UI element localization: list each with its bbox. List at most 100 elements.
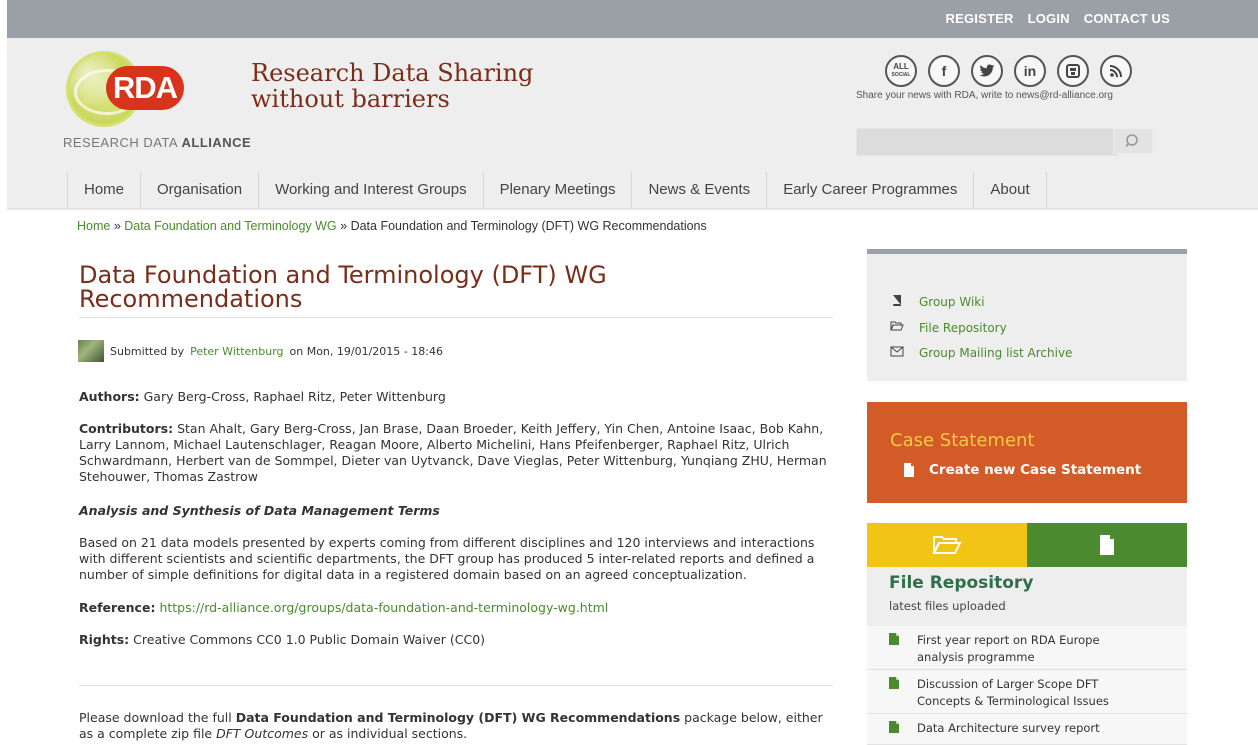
file-title: First year report on RDA Europe analysis…: [917, 633, 1100, 664]
nav-about[interactable]: About: [973, 172, 1047, 208]
share-news-note: Share your news with RDA, write to news@…: [856, 90, 1113, 101]
facebook-icon[interactable]: f: [928, 55, 960, 87]
contributors-line: Contributors: Stan Ahalt, Gary Berg-Cros…: [79, 421, 839, 485]
authors-line: Authors: Gary Berg-Cross, Raphael Ritz, …: [79, 389, 839, 405]
rights-line: Rights: Creative Commons CC0 1.0 Public …: [79, 632, 839, 648]
all-social-label-2: SOCIAL: [891, 72, 911, 78]
logo-subtitle: RESEARCH DATA ALLIANCE: [63, 135, 251, 150]
list-item[interactable]: Discussion of Larger Scope DFT Concepts …: [867, 670, 1187, 714]
breadcrumb-separator: »: [340, 219, 348, 233]
divider: [79, 317, 833, 318]
document-icon: [1100, 535, 1114, 555]
reference-link[interactable]: https://rd-alliance.org/groups/data-foun…: [159, 600, 608, 615]
twitter-icon[interactable]: [971, 55, 1003, 87]
social-icons: ALL SOCIAL f in: [885, 55, 1132, 87]
create-case-statement-button[interactable]: Create new Case Statement: [903, 462, 1141, 478]
breadcrumb-separator: »: [113, 219, 121, 233]
download-text-bold: Data Foundation and Terminology (DFT) WG…: [235, 710, 681, 725]
sidebar-item-file-repository[interactable]: File Repository: [889, 320, 1007, 335]
rights-value: Creative Commons CC0 1.0 Public Domain W…: [133, 632, 486, 647]
search-input[interactable]: [856, 128, 1118, 156]
breadcrumb-group[interactable]: Data Foundation and Terminology WG: [124, 219, 336, 233]
avatar[interactable]: [78, 340, 104, 362]
contact-us-link[interactable]: CONTACT US: [1084, 11, 1170, 26]
mailing-list-link[interactable]: Group Mailing list Archive: [919, 346, 1072, 360]
rda-social-icon[interactable]: [1057, 55, 1089, 87]
site-tagline: Research Data Sharing without barriers: [251, 60, 533, 112]
logo-subtitle-light: RESEARCH DATA: [63, 135, 178, 150]
search-button[interactable]: [1113, 128, 1153, 154]
submitted-prefix: Submitted by: [110, 344, 185, 358]
tab-folders[interactable]: [867, 523, 1027, 567]
group-wiki-link[interactable]: Group Wiki: [919, 295, 985, 309]
site-header: RDA RESEARCH DATA ALLIANCE Research Data…: [7, 38, 1258, 208]
authors-label: Authors:: [79, 389, 140, 404]
all-social-icon[interactable]: ALL SOCIAL: [885, 55, 917, 87]
contributors-label: Contributors:: [79, 421, 174, 436]
divider: [79, 685, 833, 686]
case-statement-title: Case Statement: [890, 430, 1035, 451]
file-title: Discussion of Larger Scope DFT Concepts …: [917, 677, 1109, 708]
file-icon: [889, 721, 899, 733]
page-title: Data Foundation and Terminology (DFT) WG…: [79, 261, 607, 313]
nav-plenary-meetings[interactable]: Plenary Meetings: [482, 172, 632, 208]
download-paragraph: Please download the full Data Foundation…: [79, 710, 839, 742]
create-case-statement-label: Create new Case Statement: [929, 462, 1142, 478]
nav-news-events[interactable]: News & Events: [631, 172, 766, 208]
breadcrumb-home[interactable]: Home: [77, 219, 110, 233]
breadcrumb: Home » Data Foundation and Terminology W…: [77, 219, 707, 233]
login-link[interactable]: LOGIN: [1028, 11, 1070, 26]
all-social-label-1: ALL: [893, 62, 909, 71]
tagline-line-2: without barriers: [251, 85, 450, 113]
download-text-post: or as individual sections.: [312, 726, 468, 741]
nav-working-groups[interactable]: Working and Interest Groups: [258, 172, 482, 208]
download-text-italic: DFT Outcomes: [216, 726, 309, 741]
case-statement-box: Case Statement Create new Case Statement: [867, 402, 1187, 503]
nav-organisation[interactable]: Organisation: [140, 172, 258, 208]
authors-value: Gary Berg-Cross, Raphael Ritz, Peter Wit…: [143, 389, 446, 404]
linkedin-icon[interactable]: in: [1014, 55, 1046, 87]
repository-tabs: [867, 523, 1187, 567]
nav-home[interactable]: Home: [67, 172, 140, 208]
folder-open-icon: [889, 320, 905, 335]
reference-line: Reference: https://rd-alliance.org/group…: [79, 600, 839, 616]
reference-label: Reference:: [79, 600, 156, 615]
rda-logo[interactable]: RDA RESEARCH DATA ALLIANCE: [63, 49, 251, 150]
rss-icon[interactable]: [1100, 55, 1132, 87]
logo-subtitle-bold: ALLIANCE: [181, 135, 252, 150]
list-item[interactable]: Data Architecture survey report: [867, 714, 1187, 745]
top-links: REGISTER LOGIN CONTACT US: [946, 11, 1171, 26]
contributors-value: Stan Ahalt, Gary Berg-Cross, Jan Brase, …: [79, 421, 827, 484]
tab-documents[interactable]: [1027, 523, 1187, 567]
rights-label: Rights:: [79, 632, 130, 647]
file-repository-header: File Repository latest files uploaded: [867, 567, 1187, 626]
download-text-pre: Please download the full: [79, 710, 232, 725]
sidebar-item-group-wiki[interactable]: Group Wiki: [889, 294, 985, 309]
file-repository-subtitle: latest files uploaded: [889, 599, 1006, 613]
file-title: Data Architecture survey report: [917, 721, 1100, 735]
folder-open-icon: [932, 536, 962, 554]
header-divider: [7, 208, 1258, 211]
book-icon: [889, 294, 905, 309]
tagline-line-1: Research Data Sharing: [251, 59, 534, 87]
search-icon: [1125, 134, 1138, 148]
body-paragraph: Based on 21 data models presented by exp…: [79, 535, 815, 582]
document-icon: [904, 463, 914, 477]
file-repository-link[interactable]: File Repository: [919, 321, 1007, 335]
submission-info: Submitted by Peter Wittenburg on Mon, 19…: [78, 340, 443, 362]
author-link[interactable]: Peter Wittenburg: [190, 345, 283, 358]
register-link[interactable]: REGISTER: [946, 11, 1014, 26]
list-item[interactable]: First year report on RDA Europe analysis…: [867, 626, 1187, 670]
group-links-box: Group Wiki File Repository Group Mailing…: [867, 249, 1187, 381]
file-repository-title: File Repository: [889, 573, 1034, 593]
sidebar-item-mailing-list[interactable]: Group Mailing list Archive: [889, 346, 1072, 360]
envelope-icon: [889, 346, 905, 360]
breadcrumb-current: Data Foundation and Terminology (DFT) WG…: [350, 219, 707, 233]
file-icon: [889, 677, 899, 689]
logo-badge: RDA: [106, 66, 184, 110]
submitted-date: on Mon, 19/01/2015 - 18:46: [289, 344, 443, 358]
section-heading: Analysis and Synthesis of Data Managemen…: [79, 503, 440, 518]
file-icon: [889, 633, 899, 645]
top-utility-bar: REGISTER LOGIN CONTACT US: [7, 0, 1258, 38]
nav-early-career[interactable]: Early Career Programmes: [766, 172, 973, 208]
